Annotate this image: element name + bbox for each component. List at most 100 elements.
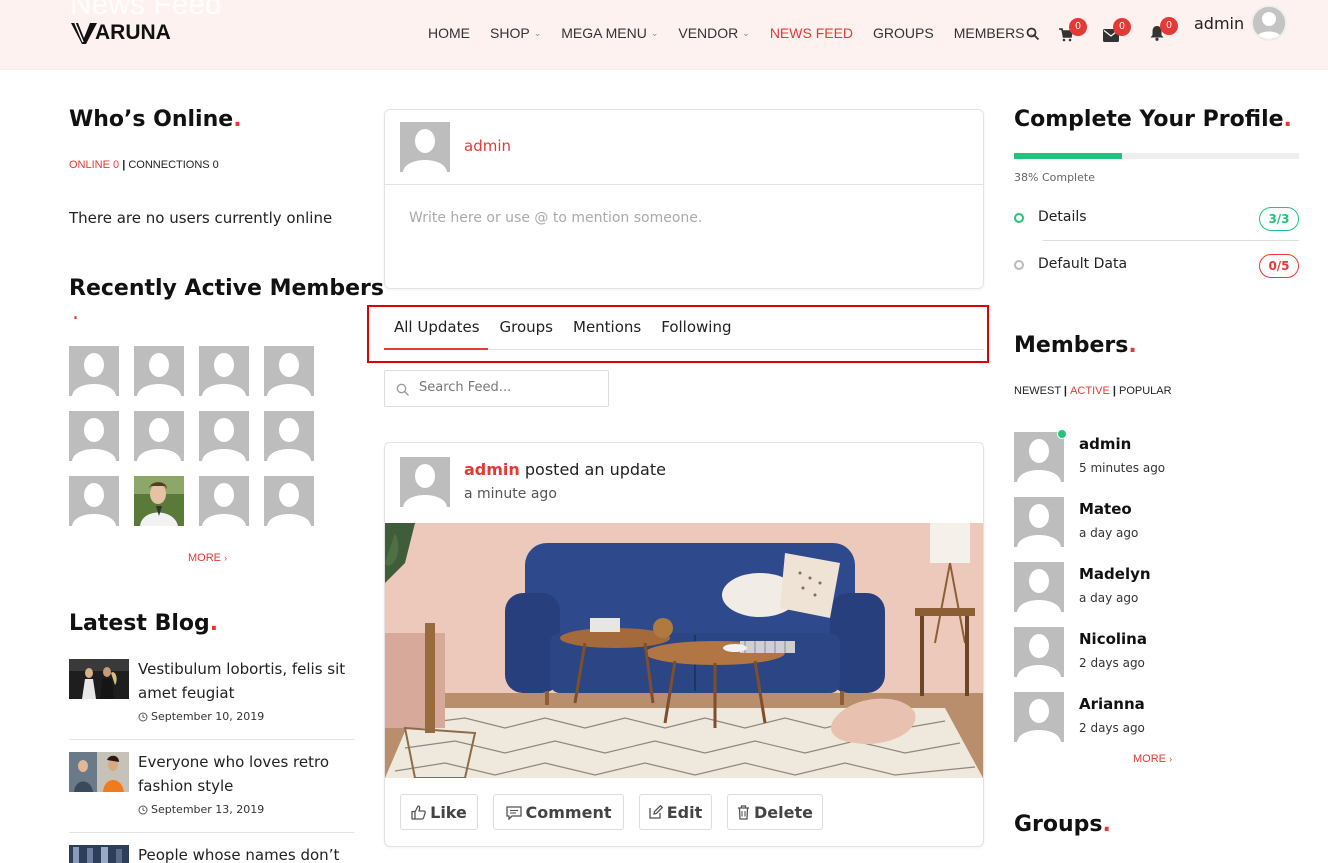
composer-avatar[interactable] xyxy=(400,122,450,172)
tab-mentions[interactable]: Mentions xyxy=(573,318,641,336)
profile-item-default-data[interactable]: Default Data xyxy=(1038,256,1127,272)
connections-tab[interactable]: CONNECTIONS 0 xyxy=(128,159,218,171)
edit-button[interactable]: Edit xyxy=(639,794,712,830)
filter-active[interactable]: ACTIVE xyxy=(1070,385,1110,397)
progress-text: 38% Complete xyxy=(1014,171,1095,184)
clock-icon xyxy=(138,805,148,814)
edit-icon xyxy=(649,805,663,819)
feed-tabs: All Updates Groups Mentions Following xyxy=(394,318,751,336)
member-name[interactable]: admin xyxy=(1079,435,1131,453)
member-avatar[interactable] xyxy=(264,346,314,396)
post-author-avatar[interactable] xyxy=(400,457,450,507)
tab-groups[interactable]: Groups xyxy=(500,318,553,336)
logo-text: ARUNA xyxy=(95,21,171,44)
member-avatar[interactable] xyxy=(69,411,119,461)
profile-progress-bar xyxy=(1014,153,1299,159)
notifications-count-badge: 0 xyxy=(1160,17,1178,35)
nav-groups[interactable]: GROUPS xyxy=(873,25,934,41)
nav-members[interactable]: MEMBERS ⌄ xyxy=(954,25,1036,41)
status-dot-icon xyxy=(1014,213,1024,223)
member-avatar[interactable] xyxy=(199,346,249,396)
blog-title-link[interactable]: Vestibulum lobortis, felis sit amet feug… xyxy=(138,657,353,705)
member-last-active: a day ago xyxy=(1079,526,1139,540)
profile-progress-fill xyxy=(1014,153,1123,159)
search-icon xyxy=(396,382,410,401)
member-last-active: 2 days ago xyxy=(1079,721,1145,735)
member-avatar[interactable] xyxy=(264,411,314,461)
member-last-active: a day ago xyxy=(1079,591,1139,605)
header-username[interactable]: admin xyxy=(1194,14,1244,33)
filter-newest[interactable]: NEWEST xyxy=(1014,385,1061,397)
feed-search-input[interactable]: Search Feed... xyxy=(419,380,511,395)
member-avatar[interactable] xyxy=(1014,692,1064,742)
blog-date: September 10, 2019 xyxy=(138,710,264,723)
member-name[interactable]: Nicolina xyxy=(1079,630,1147,648)
trash-icon xyxy=(738,804,750,820)
default-data-score-badge: 0/5 xyxy=(1259,254,1299,278)
composer-username[interactable]: admin xyxy=(464,137,511,155)
comment-icon xyxy=(505,805,522,820)
post-time[interactable]: a minute ago xyxy=(464,486,557,502)
nav-news-feed[interactable]: NEWS FEED xyxy=(770,25,853,41)
member-avatar-photo[interactable] xyxy=(134,476,184,526)
blog-title-link[interactable]: Everyone who loves retro fashion style xyxy=(138,750,353,798)
profile-item-details[interactable]: Details xyxy=(1038,209,1087,225)
latest-blog-title: Latest Blog. xyxy=(69,611,219,636)
blog-thumbnail[interactable] xyxy=(69,752,129,792)
member-avatar[interactable] xyxy=(1014,627,1064,677)
complete-profile-title: Complete Your Profile. xyxy=(1014,107,1292,132)
tab-all-updates[interactable]: All Updates xyxy=(394,318,480,336)
members-more-link[interactable]: MORE › xyxy=(1133,753,1172,765)
member-avatar[interactable] xyxy=(264,476,314,526)
member-name[interactable]: Mateo xyxy=(1079,500,1132,518)
title-dot: . xyxy=(72,300,79,325)
member-avatar[interactable] xyxy=(134,411,184,461)
recently-active-title: Recently Active Members xyxy=(69,276,384,301)
member-avatar[interactable] xyxy=(1014,497,1064,547)
blog-thumbnail[interactable] xyxy=(69,845,129,863)
nav-home[interactable]: HOME xyxy=(428,25,470,41)
member-avatar[interactable] xyxy=(199,476,249,526)
blog-thumbnail[interactable] xyxy=(69,659,129,699)
member-last-active: 2 days ago xyxy=(1079,656,1145,670)
nav-mega-menu[interactable]: MEGA MENU ⌄ xyxy=(561,25,658,41)
envelope-icon[interactable]: 0 xyxy=(1103,18,1131,47)
main-nav: HOME SHOP ⌄ MEGA MENU ⌄ VENDOR ⌄ NEWS FEED … xyxy=(428,25,1056,41)
chevron-down-icon: ⌄ xyxy=(533,27,542,38)
comment-button[interactable]: Comment xyxy=(493,794,624,830)
nav-shop[interactable]: SHOP ⌄ xyxy=(490,25,541,41)
filter-popular[interactable]: POPULAR xyxy=(1119,385,1172,397)
post-action-text: posted an update xyxy=(524,460,666,479)
member-avatar[interactable] xyxy=(199,411,249,461)
member-avatar[interactable] xyxy=(134,346,184,396)
members-filter: NEWEST | ACTIVE | POPULAR xyxy=(1014,385,1172,397)
groups-title: Groups. xyxy=(1014,812,1111,837)
blog-date: September 13, 2019 xyxy=(138,803,264,816)
member-name[interactable]: Arianna xyxy=(1079,695,1145,713)
nav-vendor[interactable]: VENDOR ⌄ xyxy=(678,25,749,41)
member-avatar[interactable] xyxy=(1014,432,1064,482)
search-icon[interactable] xyxy=(1026,26,1046,46)
delete-button[interactable]: Delete xyxy=(727,794,823,830)
post-image[interactable] xyxy=(385,523,983,778)
cart-icon[interactable]: 0 xyxy=(1059,18,1087,47)
bell-icon[interactable]: 0 xyxy=(1150,17,1178,46)
tab-following[interactable]: Following xyxy=(661,318,731,336)
site-logo[interactable]: ARUNA xyxy=(70,20,171,46)
header-avatar[interactable] xyxy=(1251,5,1287,41)
blog-title-link[interactable]: People whose names don’t xyxy=(138,843,353,863)
member-avatar[interactable] xyxy=(69,476,119,526)
like-button[interactable]: Like xyxy=(400,794,478,830)
divider xyxy=(69,832,354,833)
post-author-link[interactable]: admin xyxy=(464,460,520,479)
online-indicator xyxy=(1057,429,1067,439)
member-avatar[interactable] xyxy=(69,346,119,396)
recent-members-more-link[interactable]: MORE › xyxy=(188,552,227,564)
composer-input[interactable]: Write here or use @ to mention someone. xyxy=(409,210,969,226)
member-name[interactable]: Madelyn xyxy=(1079,565,1151,583)
member-avatar[interactable] xyxy=(1014,562,1064,612)
chevron-down-icon: ⌄ xyxy=(742,27,750,38)
post-header: admin posted an update xyxy=(464,460,666,479)
member-last-active: 5 minutes ago xyxy=(1079,461,1166,475)
online-tab[interactable]: ONLINE 0 xyxy=(69,159,119,171)
